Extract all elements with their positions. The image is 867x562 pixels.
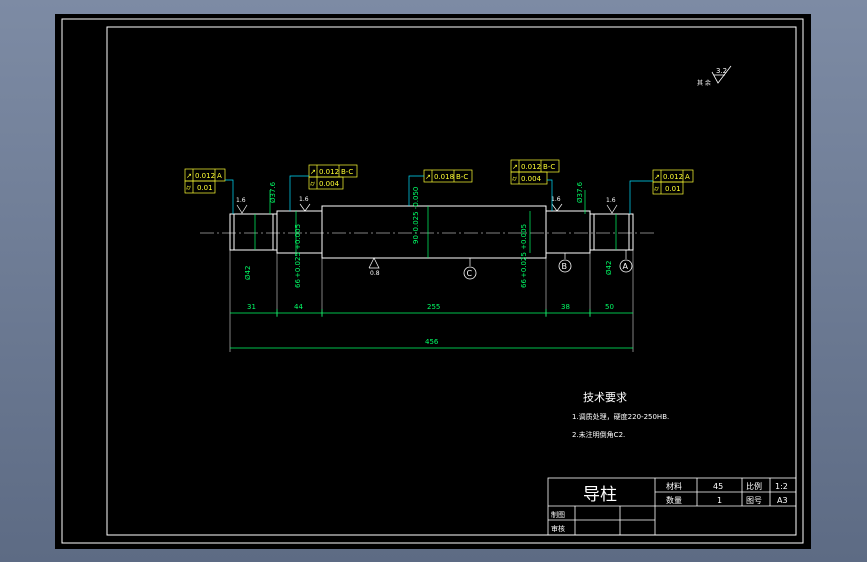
dim-90: 90 [412,235,420,244]
material-label: 材料 [666,481,682,491]
runout-icon: ↗ [512,163,518,171]
fcf-left-inner-ref: B-C [341,168,353,176]
tol-66-left: +0.025 +0.005 [294,224,302,278]
dim-phi376-right: Ø37.6 [576,181,584,203]
tech-req-title: 技术要求 [583,391,627,404]
dim-66-right: 66 [520,279,528,288]
dim-255: 255 [427,303,440,311]
fcf-right-outer-ref: A [685,173,690,181]
scale-label: 比例 [746,481,762,491]
tech-req-line1: 1.调质处理，硬度220-250HB. [572,412,669,421]
roughness-16-d: 1.6 [606,197,616,204]
fcf-center-value: 0.018 [434,173,454,181]
tech-req-line2: 2.未注明倒角C2. [572,430,625,439]
drawing-no-label: 图号 [746,496,762,505]
dim-phi376-left: Ø37.6 [269,181,277,203]
fcf-right-inner-value2: 0.004 [521,175,542,183]
dim-44: 44 [294,303,303,311]
material-value: 45 [713,482,723,491]
cylindricity-icon: ⌭ [186,184,191,192]
tol-90: -0.025 -0.050 [412,187,420,234]
fcf-left-outer-value1: 0.012 [195,172,215,180]
fcf-left-inner-value2: 0.004 [319,180,340,188]
fcf-right-outer-value2: 0.01 [665,185,681,193]
fcf-left-inner-value1: 0.012 [319,168,339,176]
dim-50: 50 [605,303,614,311]
cylindricity-icon: ⌭ [512,175,517,183]
drawn-by-label: 制图 [551,510,565,519]
fcf-left-outer-value2: 0.01 [197,184,213,192]
drawing-sheet: 其 余 3.2 31 44 255 38 50 456 Ø42 Ø42 Ø37.… [55,14,811,549]
roughness-08: 0.8 [370,270,380,277]
dim-456: 456 [425,338,439,346]
roughness-general-value: 3.2 [716,67,727,75]
fcf-center-ref: B-C [456,173,468,181]
dim-38: 38 [561,303,570,311]
scale-value: 1:2 [775,482,788,491]
runout-icon: ↗ [425,173,431,181]
datum-b-label: B [562,262,568,271]
dim-31: 31 [247,303,256,311]
roughness-general-label: 其 余 [697,79,711,87]
fcf-right-inner-ref: B-C [543,163,555,171]
runout-icon: ↗ [654,173,660,181]
sheet-background [55,14,811,549]
checked-by-label: 审核 [551,524,565,533]
runout-icon: ↗ [310,168,316,176]
dim-66-left: 66 [294,279,302,288]
datum-a-label: A [623,262,629,271]
qty-label: 数量 [666,495,682,505]
fcf-right-outer-value1: 0.012 [663,173,683,181]
fcf-left-outer-ref: A [217,172,222,180]
dim-phi42-right: Ø42 [605,261,613,275]
dim-phi42-left: Ø42 [244,266,252,280]
fcf-right-inner-value1: 0.012 [521,163,541,171]
qty-value: 1 [717,496,722,505]
cad-drawing-viewport: 其 余 3.2 31 44 255 38 50 456 Ø42 Ø42 Ø37.… [0,0,867,562]
cylindricity-icon: ⌭ [310,180,315,188]
datum-c-label: C [467,269,473,278]
tol-66-right: +0.025 +0.005 [520,224,528,278]
cylindricity-icon: ⌭ [654,185,659,193]
roughness-16-b: 1.6 [299,196,309,203]
drawing-no-value: A3 [777,496,788,505]
part-name: 导柱 [583,485,617,505]
runout-icon: ↗ [186,172,192,180]
roughness-16-a: 1.6 [236,197,246,204]
roughness-16-c: 1.6 [551,196,561,203]
